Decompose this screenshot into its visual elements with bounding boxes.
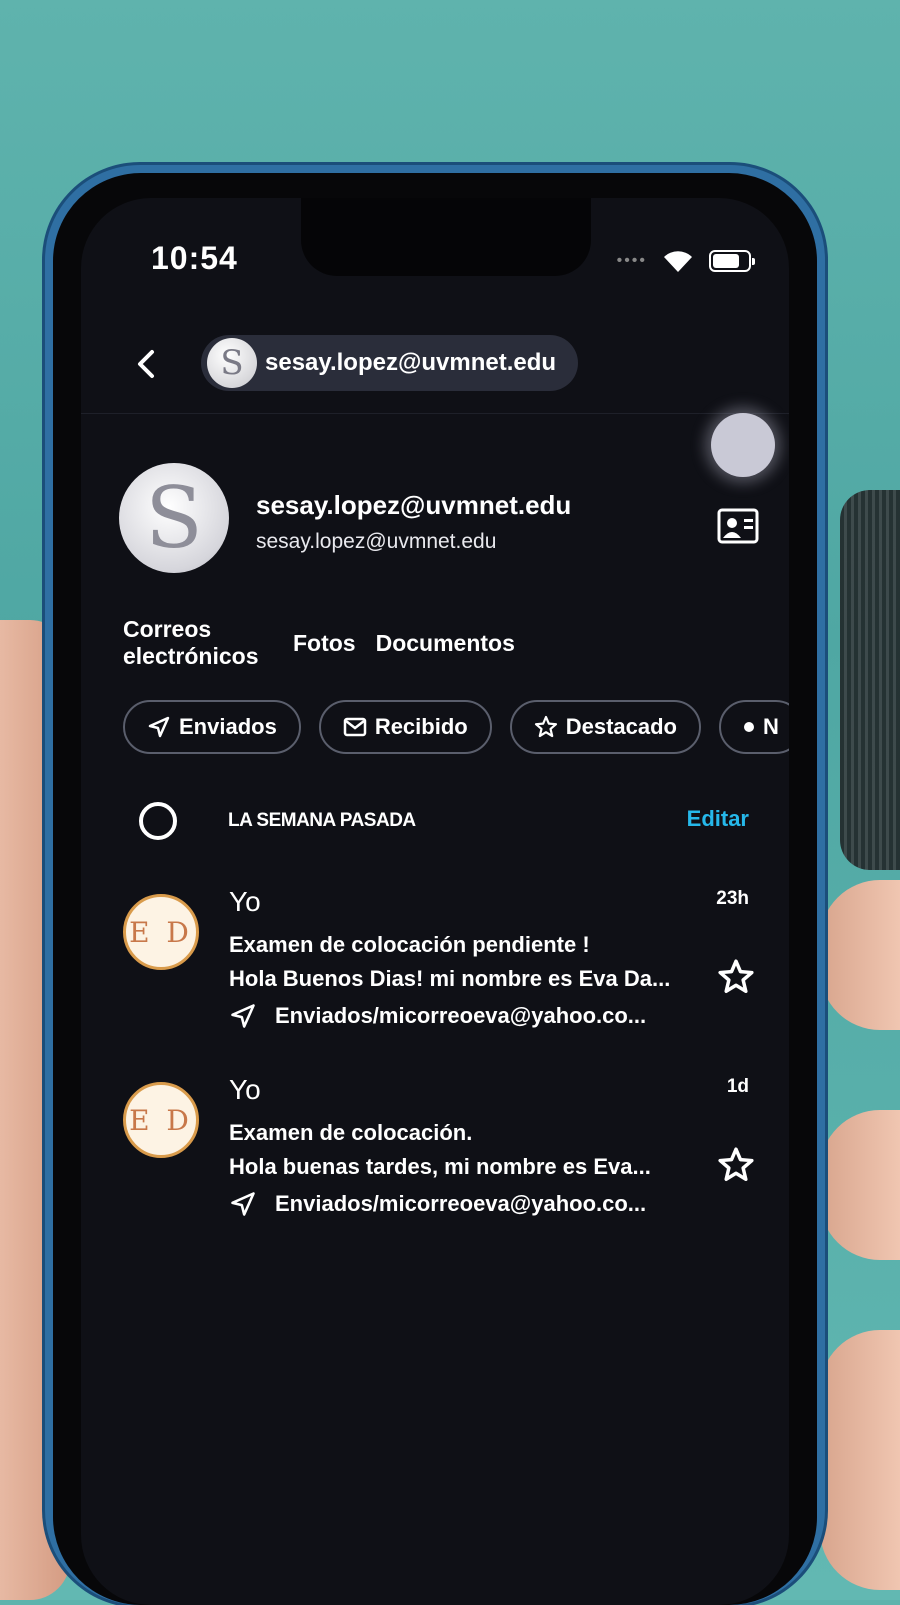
profile-avatar: S <box>119 463 229 573</box>
star-button[interactable] <box>717 958 755 996</box>
background-finger <box>820 1330 900 1590</box>
mail-time: 23h <box>716 888 749 909</box>
signal-icon: •••• <box>616 252 647 269</box>
background-fan <box>840 490 900 870</box>
send-icon <box>148 716 170 738</box>
section-title: LA SEMANA PASADA <box>228 810 416 831</box>
chevron-left-icon <box>138 350 154 378</box>
phone-bezel: 10:54 •••• S sesay.lopez@uvmnet.edu S se… <box>53 173 817 1605</box>
tab-emails-line2: electrónicos <box>123 643 259 669</box>
filter-sent-label: Enviados <box>179 714 277 739</box>
profile-email: sesay.lopez@uvmnet.edu <box>256 530 497 553</box>
filter-received-label: Recibido <box>374 714 468 739</box>
account-avatar: S <box>207 338 257 388</box>
edit-button[interactable]: Editar <box>687 806 749 832</box>
tab-emails[interactable]: Correos electrónicos <box>123 616 273 670</box>
star-icon <box>718 959 754 993</box>
account-email: sesay.lopez@uvmnet.edu <box>265 349 557 376</box>
mail-folder: Enviados/micorreoeva@yahoo.co... <box>275 1191 647 1216</box>
sender-avatar: E D <box>123 1082 199 1158</box>
star-button[interactable] <box>717 1146 755 1184</box>
filter-unread[interactable]: N <box>719 700 789 754</box>
mail-item[interactable]: E D Yo 23h Examen de colocación pendient… <box>81 880 789 1040</box>
sender-avatar: E D <box>123 894 199 970</box>
filter-sent[interactable]: Enviados <box>123 700 301 754</box>
filter-unread-label: N <box>763 714 779 739</box>
assistive-touch-button[interactable] <box>711 413 775 477</box>
filter-starred-label: Destacado <box>565 714 677 739</box>
tab-documents[interactable]: Documentos <box>376 630 515 657</box>
top-bar: S sesay.lopez@uvmnet.edu <box>81 323 789 414</box>
wifi-icon <box>661 248 695 274</box>
star-icon <box>718 1147 754 1181</box>
back-button[interactable] <box>121 339 171 389</box>
content-tabs: Correos electrónicos Fotos Documentos <box>123 616 515 670</box>
send-icon <box>231 1192 255 1216</box>
filter-received[interactable]: Recibido <box>318 700 492 754</box>
mail-screen: 10:54 •••• S sesay.lopez@uvmnet.edu S se… <box>81 198 789 1605</box>
filter-chips: Enviados Recibido Destacado N <box>123 700 789 754</box>
select-all-checkbox[interactable] <box>139 802 177 840</box>
mail-folder-row: Enviados/micorreoeva@yahoo.co... <box>229 1190 646 1218</box>
background-finger <box>820 880 900 1030</box>
star-icon <box>534 715 557 738</box>
battery-level <box>713 254 740 268</box>
mail-subject: Examen de colocación. <box>229 1120 473 1145</box>
battery-icon <box>709 250 755 272</box>
mail-folder-row: Enviados/micorreoeva@yahoo.co... <box>229 1002 646 1030</box>
notch <box>301 198 591 276</box>
background-finger <box>820 1110 900 1260</box>
status-icons: •••• <box>616 248 755 274</box>
mail-preview: Hola Buenos Dias! mi nombre es Eva Da... <box>229 966 671 991</box>
profile-name: sesay.lopez@uvmnet.edu <box>256 490 572 520</box>
mail-folder: Enviados/micorreoeva@yahoo.co... <box>275 1003 647 1028</box>
mail-sender: Yo <box>229 1074 261 1105</box>
status-time: 10:54 <box>151 240 238 276</box>
mail-item[interactable]: E D Yo 1d Examen de colocación. Hola bue… <box>81 1068 789 1228</box>
dot-icon <box>744 722 754 732</box>
phone-frame: 10:54 •••• S sesay.lopez@uvmnet.edu S se… <box>45 165 825 1605</box>
send-icon <box>231 1004 255 1028</box>
filter-starred[interactable]: Destacado <box>509 700 701 754</box>
envelope-icon <box>343 717 367 737</box>
contact-card-icon[interactable] <box>717 508 759 544</box>
account-chip[interactable]: S sesay.lopez@uvmnet.edu <box>201 335 579 391</box>
mail-sender: Yo <box>229 886 261 917</box>
tab-photos[interactable]: Fotos <box>293 630 356 657</box>
tab-emails-line1: Correos <box>123 616 212 642</box>
section-header: LA SEMANA PASADA Editar <box>81 798 789 848</box>
mail-subject: Examen de colocación pendiente ! <box>229 932 590 957</box>
mail-preview: Hola buenas tardes, mi nombre es Eva... <box>229 1154 651 1179</box>
mail-time: 1d <box>726 1076 749 1097</box>
